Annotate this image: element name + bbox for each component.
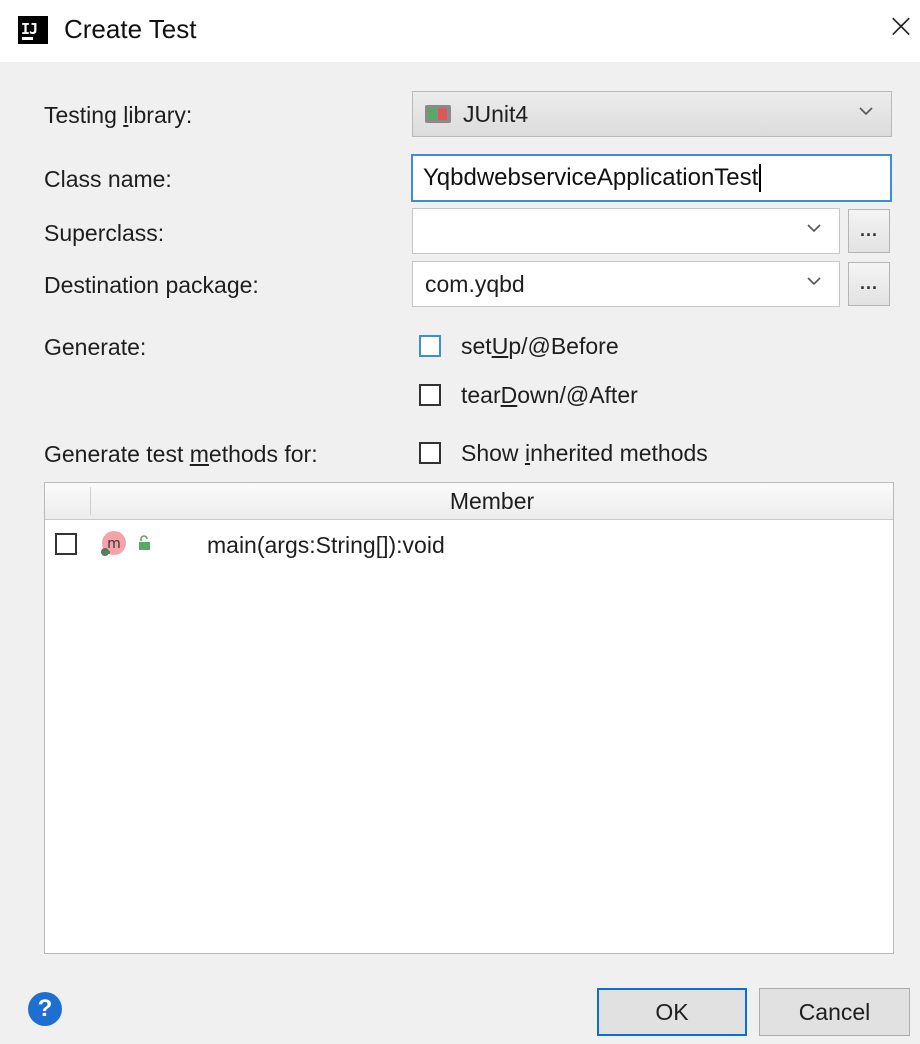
text-caret [759, 164, 762, 192]
destination-package-label: Destination package: [44, 272, 259, 298]
row-checkbox[interactable] [55, 533, 77, 555]
table-row[interactable]: m main(args:String[]):void [45, 525, 893, 565]
junit-icon [425, 105, 451, 123]
chevron-down-icon [807, 221, 821, 235]
destination-package-select[interactable]: com.yqbd [412, 261, 840, 307]
setup-checkbox[interactable] [419, 335, 441, 357]
method-icon: m [99, 530, 127, 558]
testing-library-select[interactable]: JUnit4 [412, 91, 892, 137]
show-inherited-checkbox[interactable] [419, 442, 441, 464]
class-name-value: YqbdwebserviceApplicationTest [423, 164, 759, 191]
public-lock-icon [137, 535, 153, 551]
testing-library-value: JUnit4 [463, 100, 529, 127]
chevron-down-icon [859, 104, 873, 118]
svg-text:m: m [107, 536, 121, 552]
member-column-header[interactable]: Member [91, 483, 893, 519]
table-header: Member [45, 483, 893, 520]
class-name-label: Class name: [44, 166, 172, 192]
class-name-field[interactable]: YqbdwebserviceApplicationTest [411, 154, 892, 202]
generate-label: Generate: [44, 334, 147, 360]
cancel-button[interactable]: Cancel [759, 988, 910, 1036]
destination-package-browse-button[interactable]: ... [848, 262, 890, 306]
close-button[interactable]: × [884, 9, 918, 44]
member-table[interactable]: Member m main(args:String[]):void [44, 482, 894, 954]
superclass-browse-button[interactable]: ... [848, 209, 890, 253]
method-signature: main(args:String[]):void [207, 532, 445, 558]
teardown-checkbox[interactable] [419, 384, 441, 406]
help-icon[interactable]: ? [28, 992, 62, 1026]
generate-methods-label: Generate test methods for: [44, 441, 318, 467]
title-bar: IJ Create Test × [0, 0, 920, 62]
testing-library-label: Testing library: [44, 102, 193, 128]
destination-package-value: com.yqbd [425, 270, 525, 297]
superclass-label: Superclass: [44, 220, 165, 246]
setup-checkbox-label[interactable]: setUp/@Before [461, 333, 619, 360]
window-title: Create Test [64, 14, 197, 44]
show-inherited-label[interactable]: Show inherited methods [461, 440, 708, 467]
teardown-checkbox-label[interactable]: tearDown/@After [461, 382, 638, 409]
chevron-down-icon [807, 274, 821, 288]
superclass-select[interactable] [412, 208, 840, 254]
intellij-logo-icon: IJ [18, 16, 48, 44]
ok-button[interactable]: OK [597, 988, 747, 1036]
